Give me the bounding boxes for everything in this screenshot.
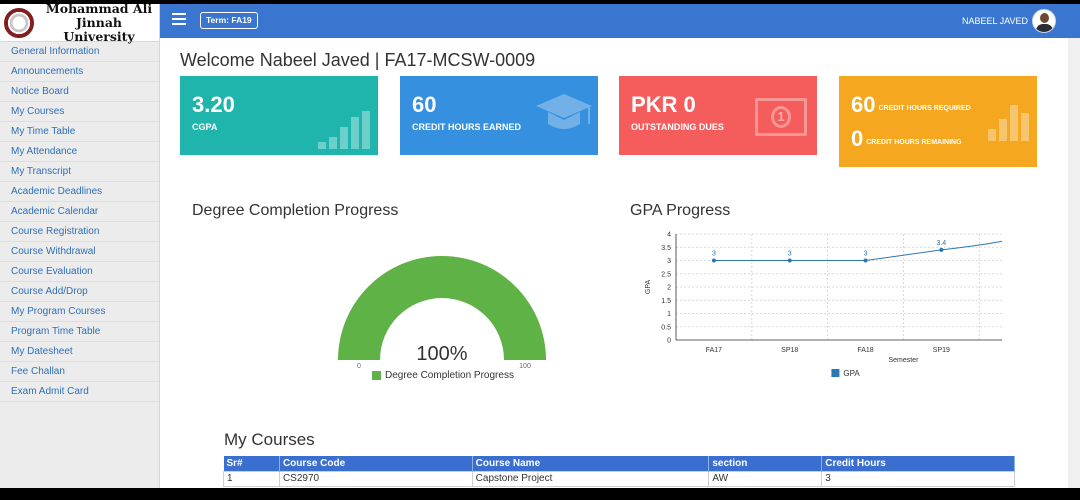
sidebar-item-course-withdrawal[interactable]: Course Withdrawal (0, 242, 159, 262)
credit-remaining-label: CREDIT HOURS REMAINING (866, 138, 962, 146)
gpa-progress-chart: 0 0.5 1 1.5 2 2.5 3 3.5 4 FA17 SP18 FA18 SP19 3 3 3 3.4 G… (645, 232, 1003, 378)
gpa-data-label: 3.4 (936, 240, 946, 247)
brand-name: Mohammad Ali Jinnah University (39, 4, 159, 44)
x-tick-label: FA17 (706, 347, 722, 354)
cgpa-value: 3.20 (192, 92, 235, 117)
gpa-data-label: 3 (864, 251, 868, 258)
page-title: Welcome Nabeel Javed | FA17-MCSW-0009 (180, 50, 536, 70)
gauge-legend-label: Degree Completion Progress (385, 370, 514, 381)
sidebar-item-notice-board[interactable]: Notice Board (0, 82, 159, 102)
credit-required-label: CREDIT HOURS REQUIRED (878, 104, 971, 112)
brand[interactable]: Mohammad Ali Jinnah University (0, 4, 159, 44)
credits-earned-label: CREDIT HOURS EARNED (412, 122, 522, 132)
menu-toggle-icon[interactable] (172, 13, 186, 25)
y-tick-label: 1 (667, 311, 671, 318)
table-cell: CS2970 (278, 470, 473, 487)
dues-label: OUTSTANDING DUES (631, 122, 724, 132)
degree-completion-gauge: 100% 0 100 (338, 256, 546, 370)
dues-value: PKR 0 (631, 92, 696, 117)
gauge-legend[interactable]: Degree Completion Progress (372, 370, 514, 381)
sidebar-nav: General Information Announcements Notice B… (0, 42, 159, 402)
topbar: Term: FA19 NABEEL JAVED (160, 4, 1080, 38)
bar-chart-icon (318, 111, 370, 149)
credits-earned-card: 60 CREDIT HOURS EARNED (400, 76, 598, 155)
y-tick-label: 2 (667, 285, 671, 292)
y-axis-label: GPA (645, 280, 652, 295)
credit-hours-required-card: 60 CREDIT HOURS REQUIRED 0 CREDIT HOURS … (839, 76, 1037, 167)
gpa-series-line (713, 240, 1003, 261)
term-badge[interactable]: Term: FA19 (200, 12, 258, 29)
sidebar-item-my-courses[interactable]: My Courses (0, 102, 159, 122)
y-tick-label: 4 (667, 232, 671, 239)
gpa-data-point[interactable] (711, 258, 716, 263)
legend-label[interactable]: GPA (843, 369, 860, 378)
column-header: Course Code (279, 456, 473, 471)
gpa-data-point[interactable] (863, 258, 868, 263)
sidebar-item-course-registration[interactable]: Course Registration (0, 222, 159, 242)
credit-remaining-value: 0 (851, 126, 864, 151)
column-header: Credit Hours (821, 456, 1015, 471)
app-frame: Mohammad Ali Jinnah University General I… (0, 4, 1080, 488)
sidebar-item-academic-calendar[interactable]: Academic Calendar (0, 202, 159, 222)
column-header: Course Name (472, 456, 710, 471)
gpa-progress-title: GPA Progress (630, 202, 731, 219)
sidebar-item-announcements[interactable]: Announcements (0, 62, 159, 82)
main-content: Welcome Nabeel Javed | FA17-MCSW-0009 3.… (160, 38, 1068, 488)
outstanding-dues-card: PKR 0 OUTSTANDING DUES 1 (619, 76, 817, 155)
graduation-cap-icon (536, 94, 592, 129)
gpa-data-point[interactable] (787, 258, 792, 263)
sidebar-item-my-attendance[interactable]: My Attendance (0, 142, 159, 162)
university-logo-icon (4, 7, 34, 38)
y-tick-label: 3 (667, 258, 671, 265)
credit-required-value: 60 (851, 92, 876, 117)
sidebar-item-exam-admit-card[interactable]: Exam Admit Card (0, 382, 159, 402)
y-tick-label: 1.5 (661, 298, 671, 305)
cgpa-label: CGPA (192, 122, 218, 132)
gpa-data-label: 3 (788, 251, 792, 258)
credits-earned-value: 60 (412, 92, 437, 117)
degree-progress-title: Degree Completion Progress (192, 202, 399, 219)
sidebar-item-program-time-table[interactable]: Program Time Table (0, 322, 159, 342)
banknote-icon: 1 (755, 98, 807, 136)
legend-swatch (831, 369, 840, 377)
sidebar-item-course-evaluation[interactable]: Course Evaluation (0, 262, 159, 282)
y-tick-label: 3.5 (661, 245, 671, 252)
sidebar-item-my-time-table[interactable]: My Time Table (0, 122, 159, 142)
x-axis-label: Semester (888, 357, 919, 364)
x-tick-label: SP19 (933, 347, 950, 354)
courses-table: Sr# Course Code Course Name section Credit H… (223, 456, 1015, 487)
column-header: Sr# (223, 456, 280, 471)
user-name[interactable]: NABEEL JAVED (962, 16, 1028, 26)
gauge-min-label: 0 (357, 363, 361, 370)
sidebar-item-my-program-courses[interactable]: My Program Courses (0, 302, 159, 322)
avatar[interactable] (1032, 9, 1056, 33)
table-cell: Capstone Project (471, 470, 710, 487)
x-tick-label: SP18 (781, 347, 798, 354)
table-cell: 1 (223, 470, 280, 487)
gauge-max-label: 100 (519, 363, 531, 370)
x-tick-label: FA18 (857, 347, 873, 354)
cgpa-card: 3.20 CGPA (180, 76, 378, 155)
bar-chart-icon (988, 105, 1029, 141)
brand-line-1: Mohammad Ali Jinnah (45, 4, 153, 30)
column-header: section (708, 456, 823, 471)
sidebar-item-my-transcript[interactable]: My Transcript (0, 162, 159, 182)
sidebar-item-general-information[interactable]: General Information (0, 42, 159, 62)
sidebar-item-my-datesheet[interactable]: My Datesheet (0, 342, 159, 362)
gpa-data-label: 3 (712, 251, 716, 258)
y-tick-label: 0 (667, 338, 671, 345)
gauge-legend-swatch (372, 371, 381, 380)
gauge-center-label: 100% (416, 343, 467, 365)
sidebar-item-course-add-drop[interactable]: Course Add/Drop (0, 282, 159, 302)
y-tick-label: 0.5 (661, 324, 671, 331)
table-cell: AW (708, 470, 823, 487)
table-row[interactable]: 1 CS2970 Capstone Project AW 3 (223, 470, 1015, 487)
sidebar: Mohammad Ali Jinnah University General I… (0, 4, 160, 488)
sidebar-item-fee-challan[interactable]: Fee Challan (0, 362, 159, 382)
y-tick-label: 2.5 (661, 271, 671, 278)
gpa-data-point[interactable] (939, 247, 944, 252)
table-cell: 3 (821, 470, 1015, 487)
my-courses-title: My Courses (224, 430, 315, 449)
sidebar-item-academic-deadlines[interactable]: Academic Deadlines (0, 182, 159, 202)
